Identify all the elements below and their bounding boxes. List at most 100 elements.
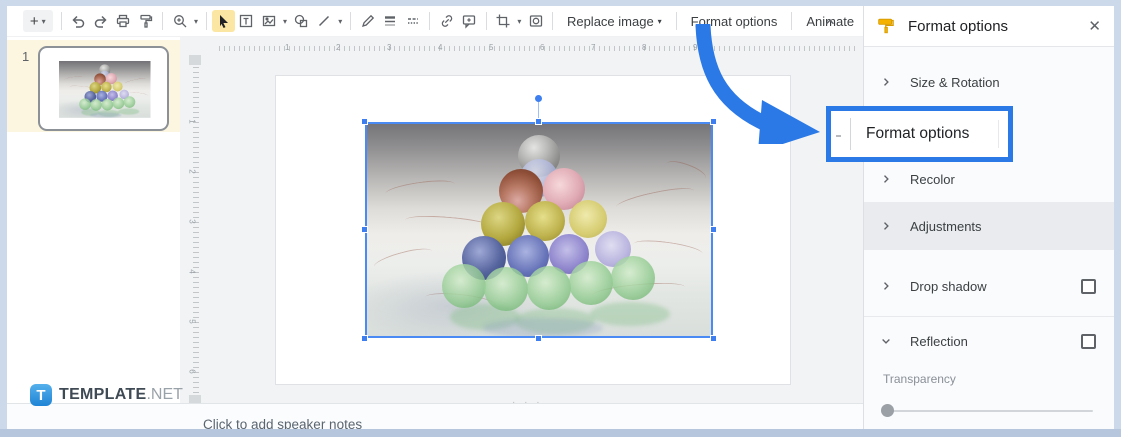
screenshot-frame: + ▾ ▾ ▾ ▾ ▾ Replace image ▾ Format optio… [0, 0, 1121, 437]
chevron-up-icon [825, 19, 834, 25]
slide-filmstrip: 1 [7, 37, 180, 430]
resize-handle-top-right[interactable] [710, 118, 717, 125]
toolbar-divider [162, 12, 164, 30]
insert-image-caret[interactable]: ▾ [280, 10, 290, 32]
section-separator [864, 316, 1114, 317]
print-icon [117, 14, 130, 28]
collapse-toolbar-button[interactable] [818, 11, 841, 33]
v-ruler-number: 6 [187, 369, 197, 374]
border-weight-button[interactable] [379, 10, 402, 32]
line-caret[interactable]: ▾ [335, 10, 345, 32]
resize-handle-bottom-center[interactable] [535, 335, 542, 342]
v-ruler-number: 2 [187, 169, 197, 174]
paint-format-button[interactable] [135, 10, 158, 32]
print-button[interactable] [112, 10, 135, 32]
text-box-icon [239, 14, 253, 28]
h-ruler-number: 6 [540, 43, 545, 52]
zoom-button[interactable] [168, 10, 191, 32]
toolbar-divider [350, 12, 352, 30]
toolbar-divider [485, 12, 487, 30]
selected-slide-row[interactable]: 1 [7, 40, 180, 132]
select-tool-button[interactable] [211, 10, 235, 32]
template-net-watermark: T TEMPLATE.NET [30, 384, 183, 406]
section-size-rotation[interactable]: Size & Rotation [864, 61, 1114, 103]
slides-app-window: + ▾ ▾ ▾ ▾ ▾ Replace image ▾ Format optio… [7, 6, 1114, 430]
redo-button[interactable] [89, 10, 112, 32]
section-reflection[interactable]: Reflection [864, 319, 1114, 363]
line-tool-button[interactable] [313, 10, 336, 32]
rotation-handle[interactable] [535, 95, 542, 102]
crop-button[interactable] [492, 10, 515, 32]
paint-roller-icon [878, 18, 894, 34]
crop-caret[interactable]: ▾ [514, 10, 524, 32]
chevron-right-icon [880, 76, 892, 88]
insert-image-button[interactable] [257, 10, 280, 32]
toolbar-divider [791, 12, 793, 30]
undo-icon [72, 15, 85, 28]
cursor-icon [220, 15, 229, 28]
speaker-notes-area[interactable]: Click to add speaker notes [7, 404, 863, 430]
callout-divider [850, 118, 851, 150]
resize-handle-bottom-right[interactable] [710, 335, 717, 342]
chevron-right-icon [880, 220, 892, 232]
border-dash-button[interactable] [402, 10, 425, 32]
comment-icon [463, 15, 476, 29]
slide-canvas[interactable] [275, 75, 791, 385]
callout-dash [836, 135, 841, 137]
plus-icon: + [29, 12, 39, 30]
zoom-caret[interactable]: ▾ [191, 10, 201, 32]
shape-button[interactable] [290, 10, 313, 32]
drop-shadow-checkbox[interactable] [1081, 278, 1096, 294]
callout-divider [998, 120, 999, 148]
border-color-button[interactable] [356, 10, 379, 32]
shape-icon [295, 14, 308, 28]
toolbar-divider [60, 12, 62, 30]
link-icon [441, 15, 452, 27]
workspace: 1 1 2 3 4 5 6 1 2 3 4 5 6 7 8 9 · · · Cl… [7, 37, 863, 430]
text-box-button[interactable] [235, 10, 258, 32]
h-ruler-number: 9 [693, 43, 698, 52]
h-ruler-number: 7 [591, 43, 596, 52]
resize-handle-middle-left[interactable] [361, 226, 368, 233]
resize-handle-top-left[interactable] [361, 118, 368, 125]
h-ruler-number: 5 [489, 43, 494, 52]
insert-link-button[interactable] [435, 10, 458, 32]
format-options-toolbar-button[interactable]: Format options [682, 9, 787, 33]
reflection-checkbox[interactable] [1081, 333, 1096, 349]
mask-image-button[interactable] [524, 10, 547, 32]
h-ruler-number: 8 [642, 43, 647, 52]
toolbar-divider [429, 12, 431, 30]
paint-format-icon [140, 14, 153, 28]
panel-header: Format options ✕ [864, 6, 1114, 47]
toolbar-divider [675, 12, 677, 30]
pen-icon [361, 14, 374, 27]
resize-handle-top-center[interactable] [535, 118, 542, 125]
transparency-slider[interactable] [881, 404, 1093, 417]
chevron-down-icon: ▾ [657, 16, 662, 26]
section-drop-shadow[interactable]: Drop shadow [864, 263, 1114, 309]
ruler-nub [189, 55, 201, 65]
resize-handle-middle-right[interactable] [710, 226, 717, 233]
replace-image-button[interactable]: Replace image ▾ [558, 9, 671, 33]
selected-slide-image[interactable] [361, 95, 717, 342]
watermark-suffix: .NET [146, 386, 183, 403]
transparency-slider-thumb[interactable] [881, 404, 894, 417]
chevron-down-icon: ▾ [41, 16, 46, 26]
section-recolor[interactable]: Recolor [864, 158, 1114, 200]
chevron-down-icon [880, 335, 892, 347]
horizontal-ruler: 1 2 3 4 5 6 7 8 9 [219, 42, 855, 54]
mask-image-icon [529, 15, 542, 27]
undo-button[interactable] [67, 10, 90, 32]
format-options-panel: Format options ✕ Size & Rotation Recolor… [863, 6, 1114, 430]
vertical-ruler: 1 2 3 4 5 6 [180, 37, 208, 430]
slide-thumbnail[interactable] [38, 46, 169, 131]
callout-label: Format options [866, 125, 970, 142]
resize-handle-bottom-left[interactable] [361, 335, 368, 342]
close-panel-button[interactable]: ✕ [1088, 19, 1101, 34]
insert-comment-button[interactable] [458, 10, 481, 32]
frame-bottom-bar [0, 429, 1121, 437]
slide-number: 1 [22, 49, 30, 64]
new-slide-button[interactable]: + ▾ [23, 10, 53, 32]
transparency-label: Transparency [883, 372, 956, 386]
section-adjustments[interactable]: Adjustments [864, 202, 1114, 250]
